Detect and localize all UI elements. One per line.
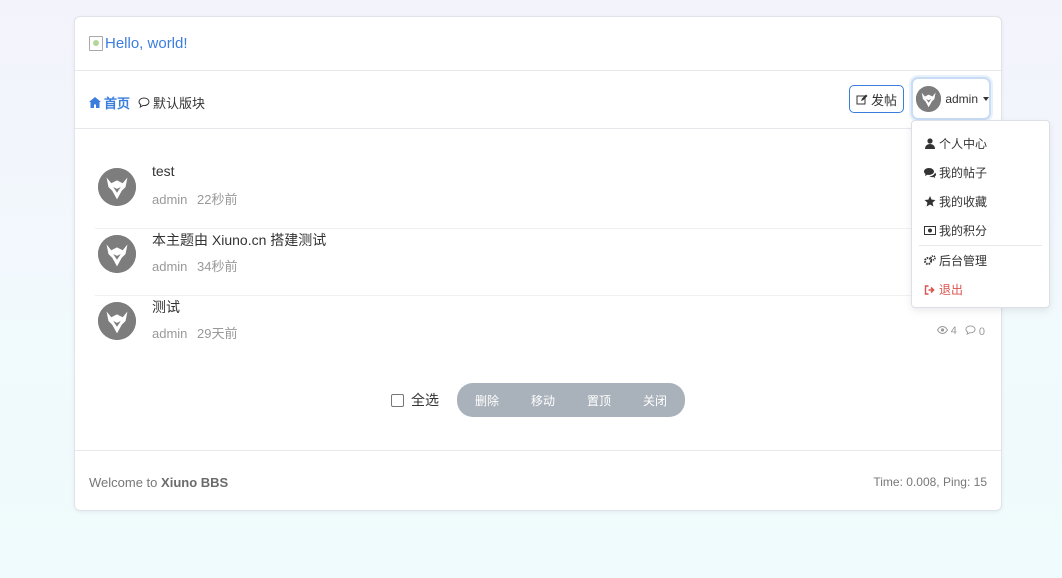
user-menu-button[interactable]: admin [911, 77, 991, 120]
thread-time: 34秒前 [197, 259, 238, 274]
thread-list: test admin 22秒前 本主题由 Xiuno.cn 搭建测试 admin… [95, 162, 985, 363]
menu-item-my-posts[interactable]: 我的帖子 [912, 158, 1049, 187]
thread-time: 29天前 [197, 326, 238, 341]
caret-down-icon [983, 96, 989, 101]
moderation-toolbar: 全选 删除 移动 置顶 关闭 [391, 383, 685, 417]
thread-row[interactable]: 测试 admin 29天前 4 0 [95, 296, 985, 363]
new-post-label: 发帖 [870, 92, 897, 108]
default-avatar-icon [98, 168, 136, 206]
menu-item-points[interactable]: 我的积分 [912, 216, 1049, 245]
nav-bar: 首页 默认版块 发帖 admin [75, 71, 1001, 129]
thread-stats: 4 0 [936, 325, 985, 338]
avatar[interactable] [98, 168, 136, 206]
site-header: Hello, world! [75, 17, 1001, 71]
footer-brand: Xiuno BBS [161, 475, 229, 490]
thread-meta: admin 22秒前 [152, 189, 238, 208]
thread-title[interactable]: test [152, 163, 175, 179]
logo-alt-text: Hello, world! [105, 35, 188, 52]
thread-author[interactable]: admin [152, 326, 187, 341]
replies-count: 0 [965, 325, 985, 338]
move-button[interactable]: 移动 [515, 392, 571, 409]
menu-item-admin[interactable]: 后台管理 [912, 246, 1049, 275]
broken-image-icon [89, 36, 103, 51]
views-count: 4 [936, 325, 957, 338]
thread-row[interactable]: test admin 22秒前 [95, 162, 985, 229]
menu-item-favorites[interactable]: 我的收藏 [912, 187, 1049, 216]
footer-welcome: Welcome to Xiuno BBS [89, 475, 229, 490]
home-icon [89, 97, 101, 108]
eye-icon [936, 325, 948, 335]
user-dropdown-menu: 个人中心 我的帖子 我的收藏 我的积分 后台管理 退出 [911, 120, 1050, 308]
menu-item-profile[interactable]: 个人中心 [912, 129, 1049, 158]
new-post-button[interactable]: 发帖 [849, 85, 904, 113]
comment-icon [138, 97, 150, 108]
avatar[interactable] [98, 235, 136, 273]
thread-author[interactable]: admin [152, 259, 187, 274]
select-all-checkbox[interactable] [391, 393, 404, 407]
avatar[interactable] [98, 302, 136, 340]
default-avatar-icon [916, 85, 942, 112]
thread-time: 22秒前 [197, 192, 238, 207]
sign-out-icon [924, 284, 935, 295]
select-all-label: 全选 [411, 392, 439, 408]
thread-title[interactable]: 本主题由 Xiuno.cn 搭建测试 [152, 230, 326, 250]
footer-stats: Time: 0.008, Ping: 15 [873, 475, 987, 489]
main-card: Hello, world! 首页 默认版块 发帖 admin test admi… [74, 16, 1002, 511]
avatar [916, 85, 942, 112]
mod-button-group: 删除 移动 置顶 关闭 [457, 383, 685, 417]
site-footer: Welcome to Xiuno BBS Time: 0.008, Ping: … [75, 450, 1001, 511]
delete-button[interactable]: 删除 [459, 392, 515, 409]
cogs-icon [924, 255, 936, 265]
thread-title[interactable]: 测试 [152, 297, 180, 317]
username: admin [945, 91, 978, 106]
nav-forum-label: 默认版块 [153, 96, 206, 111]
nav-forum-link[interactable]: 默认版块 [138, 93, 205, 112]
pin-button[interactable]: 置顶 [571, 392, 627, 409]
thread-meta: admin 34秒前 [152, 256, 238, 275]
nav-home-label: 首页 [104, 96, 131, 111]
menu-item-logout[interactable]: 退出 [912, 275, 1049, 304]
comment-icon [965, 325, 976, 335]
site-logo[interactable]: Hello, world! [89, 35, 188, 52]
money-icon [924, 226, 936, 235]
comments-icon [924, 167, 936, 178]
edit-icon [856, 94, 868, 104]
star-icon [924, 196, 936, 207]
select-all-control[interactable]: 全选 [391, 390, 439, 410]
thread-author[interactable]: admin [152, 192, 187, 207]
default-avatar-icon [98, 235, 136, 273]
thread-meta: admin 29天前 [152, 323, 238, 342]
nav-home-link[interactable]: 首页 [89, 93, 130, 112]
close-button[interactable]: 关闭 [627, 392, 683, 409]
thread-row[interactable]: 本主题由 Xiuno.cn 搭建测试 admin 34秒前 [95, 229, 985, 296]
user-icon [925, 138, 935, 149]
default-avatar-icon [98, 302, 136, 340]
